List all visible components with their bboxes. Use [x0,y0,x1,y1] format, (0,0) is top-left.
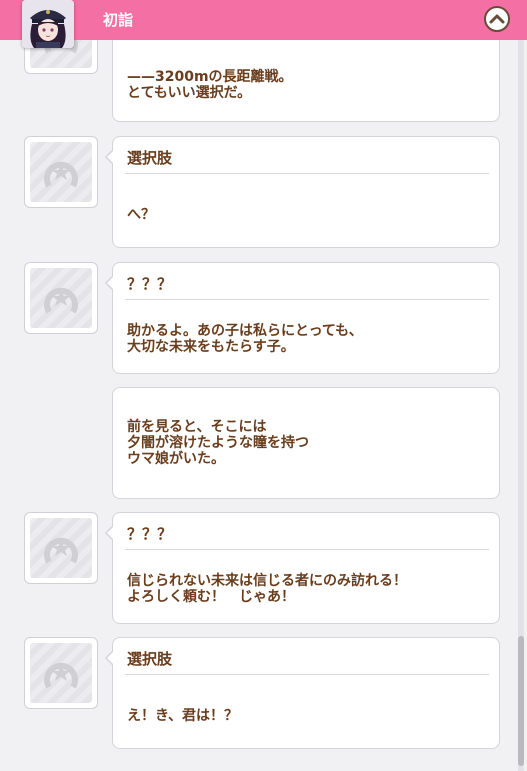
speaker-name: ？？？ [127,525,173,543]
speaker-name: 選択肢 [127,650,173,668]
dialogue-bubble: ？？？ 信じられない未来は信じる者にのみ訪れる！ よろしく頼む！ じゃあ！ [105,512,500,624]
dialogue-log[interactable]: ——3200mの長距離戦。 とてもいい選択だ。 選択肢 へ？ ？？？ 助かるよ。… [0,40,514,771]
horseshoe-placeholder-icon [44,161,78,188]
dialogue-text: 信じられない未来は信じる者にのみ訪れる！ よろしく頼む！ じゃあ！ [127,573,407,605]
dialogue-bubble: ——3200mの長距離戦。 とてもいい選択だ。 [112,40,500,122]
speaker-avatar [24,637,98,709]
narration-bubble: 前を見ると、そこには 夕闇が溶けたような瞳を持つ ウマ娘がいた。 [112,387,500,499]
collapse-button[interactable] [484,6,510,32]
character-portrait-icon [22,0,74,48]
speaker-avatar [24,262,98,334]
horseshoe-placeholder-icon [44,662,78,689]
character-portrait [22,0,74,48]
dialogue-bubble: ？？？ 助かるよ。あの子は私らにとっても、 大切な未来をもたらす子。 [105,262,500,374]
chevron-up-icon [489,14,505,24]
log-header: 初詣 [0,0,527,40]
horseshoe-placeholder-icon [44,537,78,564]
speaker-name: 選択肢 [127,149,173,167]
dialogue-bubble: 選択肢 へ？ [105,136,500,248]
dialogue-text: え！き、君は！？ [127,708,239,724]
speaker-avatar [24,512,98,584]
dialogue-bubble: 選択肢 え！き、君は！？ [105,637,500,749]
speaker-name: ？？？ [127,275,173,293]
header-title: 初詣 [103,11,134,29]
speaker-avatar [24,136,98,208]
dialogue-text: ——3200mの長距離戦。 とてもいい選択だ。 [127,69,293,101]
narration-text: 前を見ると、そこには 夕闇が溶けたような瞳を持つ ウマ娘がいた。 [127,419,309,467]
scroll-thumb[interactable] [518,636,524,766]
dialogue-text: 助かるよ。あの子は私らにとっても、 大切な未来をもたらす子。 [127,323,363,355]
dialogue-text: へ？ [127,207,155,223]
horseshoe-placeholder-icon [44,287,78,314]
scrollbar[interactable] [518,40,524,771]
